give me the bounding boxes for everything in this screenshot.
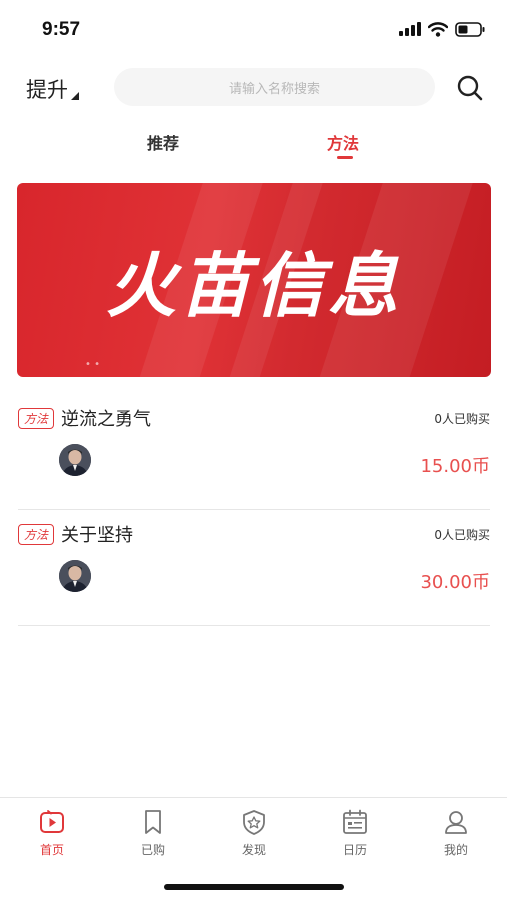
header: 提升 请输入名称搜索	[0, 60, 507, 116]
buyer-count: 0人已购买	[434, 528, 490, 542]
buyer-count: 0人已购买	[434, 412, 490, 426]
avatar-image	[59, 560, 91, 592]
search-placeholder: 请输入名称搜索	[228, 81, 320, 97]
status-bar: 9:57	[0, 0, 507, 58]
battery-icon	[455, 21, 485, 37]
course-title: 关于坚持	[61, 525, 133, 546]
promo-banner[interactable]: 火苗信息 • •	[17, 183, 491, 377]
signal-icon	[399, 22, 421, 36]
search-input[interactable]: 请输入名称搜索	[114, 68, 435, 106]
active-tab-indicator	[337, 156, 353, 159]
category-selector[interactable]: 提升	[26, 74, 79, 104]
tab-method[interactable]: 方法	[327, 130, 359, 154]
calendar-icon	[343, 809, 367, 834]
category-tabs: 推荐 方法	[0, 122, 507, 164]
tabbar-label: 首页	[39, 843, 64, 857]
course-type-badge: 方法	[18, 524, 54, 545]
list-item[interactable]: 方法 关于坚持 0人已购买 30.00币	[18, 510, 490, 626]
course-price: 15.00币	[420, 456, 490, 477]
caret-down-icon	[71, 92, 79, 100]
tabbar-label: 我的	[443, 843, 468, 857]
avatar	[59, 444, 91, 476]
list-item[interactable]: 方法 逆流之勇气 0人已购买 15.00币	[18, 394, 490, 510]
search-icon[interactable]	[454, 72, 486, 104]
course-title: 逆流之勇气	[61, 409, 151, 430]
wifi-icon	[428, 21, 448, 37]
tab-recommend[interactable]: 推荐	[147, 130, 179, 154]
course-price: 30.00币	[420, 572, 490, 593]
tabbar-label: 日历	[342, 843, 367, 857]
category-label: 提升	[26, 78, 68, 102]
course-type-badge: 方法	[18, 408, 54, 429]
tabbar-label: 发现	[241, 843, 266, 857]
tabbar-item-home[interactable]: 首页	[22, 808, 82, 858]
avatar	[59, 560, 91, 592]
banner-pager-dots: • •	[85, 359, 100, 370]
home-indicator[interactable]	[164, 884, 344, 890]
tabbar-item-calendar[interactable]: 日历	[325, 808, 385, 858]
status-icons	[399, 21, 485, 37]
bookmark-icon	[145, 810, 161, 834]
tabbar-item-mine[interactable]: 我的	[426, 808, 486, 858]
shield-star-icon	[243, 810, 265, 835]
tabbar-label: 已购	[140, 843, 165, 857]
tabbar-item-discover[interactable]: 发现	[224, 808, 284, 858]
banner-title: 火苗信息	[106, 244, 402, 327]
status-time: 9:57	[42, 19, 81, 40]
avatar-image	[59, 444, 91, 476]
play-icon	[40, 810, 64, 833]
user-icon	[445, 811, 467, 834]
tabbar-item-purchased[interactable]: 已购	[123, 808, 183, 858]
